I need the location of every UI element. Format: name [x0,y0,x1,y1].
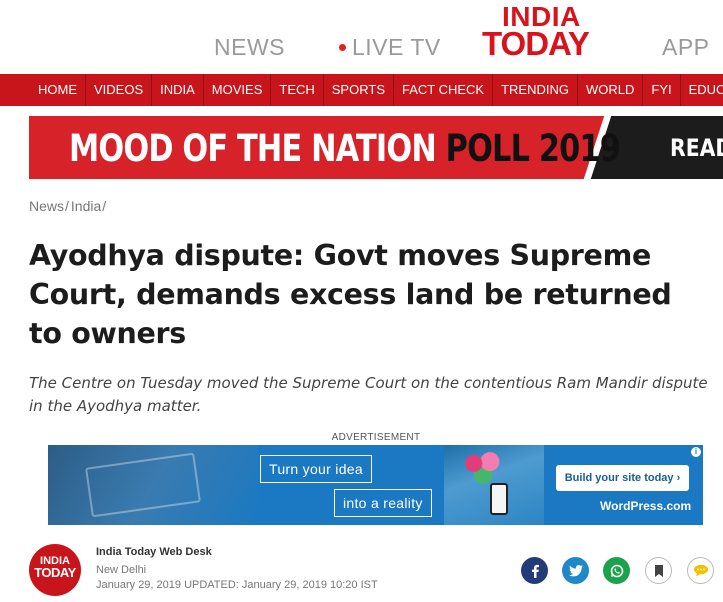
nav-item-home[interactable]: HOME [0,74,86,106]
india-today-logo[interactable]: INDIA TODAY [482,2,614,63]
ad-headline-line1: Turn your idea [260,455,372,483]
nav-item-education[interactable]: EDUCATION [681,74,723,106]
live-tv-label: LIVE TV [352,34,441,60]
banner-read-label[interactable]: READ [670,134,723,162]
article-summary: The Centre on Tuesday moved the Supreme … [29,374,708,415]
live-tv-link[interactable]: LIVE TV [339,34,441,61]
logo-line-2: TODAY [482,25,590,63]
whatsapp-icon[interactable] [603,557,630,584]
ad-brand-label: WordPress.com [600,499,692,513]
advertisement-label: ADVERTISEMENT [331,432,421,443]
app-link[interactable]: APP [662,34,710,61]
breadcrumb-news[interactable]: News [29,198,64,214]
nav-item-world[interactable]: WORLD [578,74,644,106]
nav-item-videos[interactable]: VIDEOS [86,74,153,106]
nav-item-india[interactable]: INDIA [152,74,204,106]
author-name[interactable]: India Today Web Desk [96,546,212,558]
ad-workspace-image [48,445,258,525]
news-link[interactable]: NEWS [214,34,285,61]
comment-icon[interactable] [687,557,714,584]
nav-item-trending[interactable]: TRENDING [493,74,578,106]
bookmark-icon[interactable] [645,557,672,584]
main-nav: HOME VIDEOS INDIA MOVIES TECH SPORTS FAC… [0,74,723,106]
banner-title-main: MOOD OF THE NATION [69,127,437,170]
author-location: New Delhi [96,564,147,576]
article-headline: Ayodhya dispute: Govt moves Supreme Cour… [29,239,672,350]
breadcrumb-india[interactable]: India [71,198,101,214]
banner-title: MOOD OF THE NATION POLL 2019 [69,127,621,170]
flowers-icon [460,449,506,485]
laptop-icon [85,452,201,518]
wordpress-ad[interactable]: Turn your idea into a reality Build your… [48,445,703,525]
nav-item-sports[interactable]: SPORTS [324,74,394,106]
ad-cta-button[interactable]: Build your site today › [556,465,689,491]
author-avatar: INDIA TODAY [29,544,81,596]
nav-item-fyi[interactable]: FYI [643,74,681,106]
phone-icon [490,483,508,515]
banner-title-poll: POLL 2019 [445,127,621,170]
breadcrumb: News/India/ [29,198,108,214]
ad-headline-line2: into a reality [334,489,432,517]
breadcrumb-separator: / [65,198,69,214]
avatar-line-2: TODAY [34,564,76,580]
top-header: NEWS LIVE TV INDIA TODAY APP [0,0,723,74]
article-dateline: January 29, 2019 UPDATED: January 29, 20… [96,579,378,591]
twitter-icon[interactable] [562,557,589,584]
live-dot-icon [339,44,346,51]
nav-item-fact-check[interactable]: FACT CHECK [394,74,494,106]
nav-item-movies[interactable]: MOVIES [204,74,272,106]
facebook-icon[interactable] [521,557,548,584]
mood-of-nation-banner[interactable]: MOOD OF THE NATION POLL 2019 READ [29,116,723,179]
nav-item-tech[interactable]: TECH [271,74,324,106]
breadcrumb-separator: / [102,198,107,214]
info-icon[interactable]: i [691,447,701,457]
